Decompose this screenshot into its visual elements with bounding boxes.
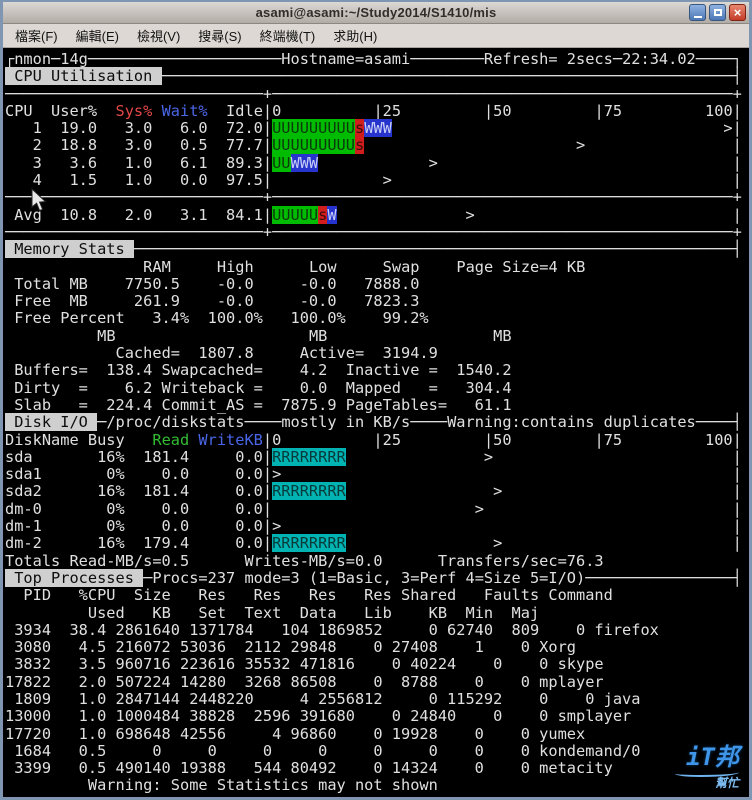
terminal-line: Disk I/O ─/proc/diskstats────mostly in K… xyxy=(5,413,742,432)
terminal-line: Avg 10.8 2.0 3.1 84.1|UUUUUsW > | xyxy=(5,205,742,224)
terminal-line: 17720 1.0 698648 42556 4 96860 0 19928 0… xyxy=(5,724,586,743)
terminal-line: 3399 0.5 490140 19388 544 80492 0 14324 … xyxy=(5,759,613,778)
terminal-line: sda1 0% 0.0 0.0|> | xyxy=(5,465,742,484)
menu-edit[interactable]: 編輯(E) xyxy=(67,23,128,48)
terminal-line: 1 19.0 3.0 6.0 72.0|UUUUUUUUUsWWW >| xyxy=(5,119,742,138)
window-title: asami@asami:~/Study2014/S1410/mis xyxy=(255,5,497,20)
terminal-line: 4 1.5 1.0 0.0 97.5| > | xyxy=(5,171,742,190)
terminal-line: Dirty = 6.2 Writeback = 0.0 Mapped = 304… xyxy=(5,378,512,397)
terminal-line: dm-0 0% 0.0 0.0| > | xyxy=(5,499,742,518)
menu-help[interactable]: 求助(H) xyxy=(324,23,386,48)
title-bar[interactable]: asami@asami:~/Study2014/S1410/mis × xyxy=(3,2,749,24)
menu-file[interactable]: 檔案(F) xyxy=(6,23,67,48)
terminal-line: Total MB 7750.5 -0.0 -0.0 7888.0 xyxy=(5,274,420,293)
terminal-line: 3 3.6 1.0 6.1 89.3|UUWWW > | xyxy=(5,153,742,172)
terminal-line: Free Percent 3.4% 100.0% 100.0% 99.2% xyxy=(5,309,429,328)
terminal-line: ────────────────────────────+───────────… xyxy=(5,84,742,103)
mouse-cursor xyxy=(31,188,47,212)
terminal-line: ┌nmon─14g─────────────────────Hostname=a… xyxy=(5,50,742,68)
menu-terminal[interactable]: 終端機(T) xyxy=(251,23,325,48)
close-button[interactable]: × xyxy=(729,4,746,21)
terminal-line: 1684 0.5 0 0 0 0 0 0 0 0 kondemand/0 xyxy=(5,741,641,760)
terminal-line: 3080 4.5 216072 53036 2112 29848 0 27408… xyxy=(5,638,576,657)
nmon-screen: ┌nmon─14g─────────────────────Hostname=a… xyxy=(5,50,749,795)
terminal-line: 2 18.8 3.0 0.5 77.7|UUUUUUUUUs > | xyxy=(5,136,742,155)
terminal-line: 13000 1.0 1000484 38828 2596 391680 0 24… xyxy=(5,707,632,726)
menu-view[interactable]: 檢視(V) xyxy=(128,23,189,48)
terminal-line: DiskName Busy Read WriteKB|0 |25 |50 |75… xyxy=(5,430,742,449)
minimize-button[interactable] xyxy=(689,4,706,21)
terminal-line: ────────────────────────────+───────────… xyxy=(5,222,742,241)
terminal-line: Cached= 1807.8 Active= 3194.9 xyxy=(115,344,438,363)
terminal-line: ────────────────────────────+───────────… xyxy=(5,188,742,207)
terminal-line: MB MB MB xyxy=(97,326,512,345)
close-icon: × xyxy=(733,5,742,20)
terminal-window: asami@asami:~/Study2014/S1410/mis × 檔案(F… xyxy=(0,0,752,800)
minimize-icon xyxy=(693,15,702,18)
terminal-line: CPU Utilisation ────────────────────────… xyxy=(5,67,742,86)
terminal-line: dm-1 0% 0.0 0.0|> | xyxy=(5,517,742,536)
terminal-line: Totals Read-MB/s=0.5 Writes-MB/s=0.0 Tra… xyxy=(5,551,604,570)
maximize-button[interactable] xyxy=(709,4,726,21)
terminal-line: 3832 3.5 960716 223616 35532 471816 0 40… xyxy=(5,655,604,674)
menu-search[interactable]: 搜尋(S) xyxy=(189,23,250,48)
terminal-line: 17822 2.0 507224 14280 3268 86508 0 8788… xyxy=(5,672,604,691)
terminal-line: Top Processes ─Procs=237 mode=3 (1=Basic… xyxy=(5,568,742,587)
terminal[interactable]: ┌nmon─14g─────────────────────Hostname=a… xyxy=(3,48,749,797)
menu-bar: 檔案(F) 編輯(E) 檢視(V) 搜尋(S) 終端機(T) 求助(H) xyxy=(3,24,749,48)
terminal-line: Memory Stats ───────────────────────────… xyxy=(5,240,742,259)
terminal-line: RAM High Low Swap Page Size=4 KB xyxy=(143,257,586,276)
terminal-line: Buffers= 138.4 Swapcached= 4.2 Inactive … xyxy=(5,361,512,380)
terminal-line: 3934 38.4 2861640 1371784 104 1869852 0 … xyxy=(5,620,659,639)
terminal-line: Free MB 261.9 -0.0 -0.0 7823.3 xyxy=(5,292,420,311)
terminal-line: Used KB Set Text Data Lib KB Min Maj xyxy=(87,603,540,622)
terminal-line: sda 16% 181.4 0.0|RRRRRRRR > | xyxy=(5,447,742,466)
terminal-line: Slab = 224.4 Commit_AS = 7875.9 PageTabl… xyxy=(5,395,512,414)
terminal-line: sda2 16% 181.4 0.0|RRRRRRRR > | xyxy=(5,482,742,501)
terminal-line: Warning: Some Statistics may not shown xyxy=(87,776,438,795)
terminal-line: PID %CPU Size Res Res Res Res Shared Fau… xyxy=(5,586,613,605)
terminal-line: CPU User% Sys% Wait% Idle|0 |25 |50 |75 … xyxy=(5,101,742,120)
terminal-line: dm-2 16% 179.4 0.0|RRRRRRRR > | xyxy=(5,534,742,553)
window-buttons: × xyxy=(689,4,746,21)
maximize-icon xyxy=(713,9,722,16)
terminal-line: 1809 1.0 2847144 2448220 4 2556812 0 115… xyxy=(5,689,641,708)
